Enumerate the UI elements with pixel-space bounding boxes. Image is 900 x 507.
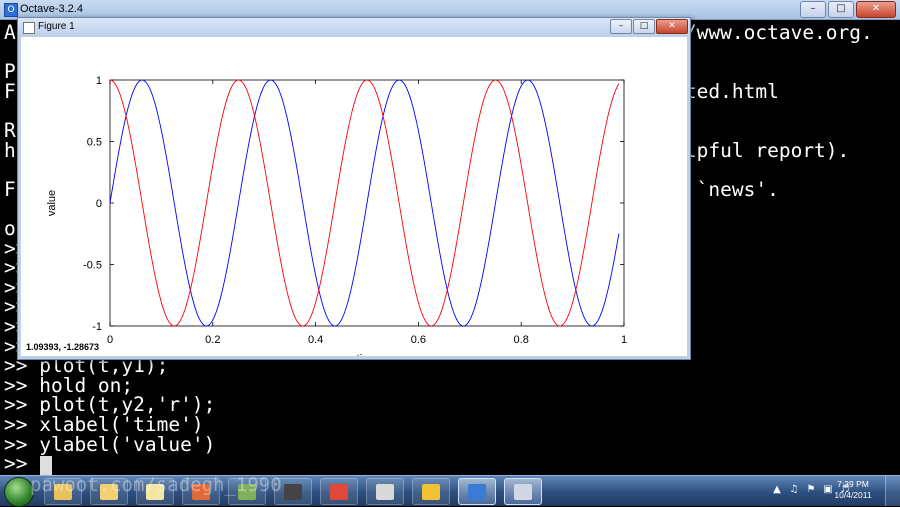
coordinate-readout: 1.09393, -1.28673 <box>26 342 100 352</box>
taskbar-file-manager-button[interactable] <box>90 478 128 505</box>
taskbar-windows-explorer-button[interactable] <box>44 478 82 505</box>
x-tick-label: 0.6 <box>411 334 426 346</box>
series-line-blue <box>109 79 620 327</box>
octave-app-icon: O <box>4 3 18 17</box>
taskbar-notepad-button[interactable] <box>136 478 174 505</box>
octave-icon <box>468 483 486 500</box>
console-window-buttons: – □ ✕ <box>800 1 896 18</box>
text-cursor <box>40 456 52 475</box>
settings-icon <box>376 483 394 500</box>
x-tick-label: 0 <box>107 334 113 346</box>
series-line-red <box>109 79 620 327</box>
windows-explorer-icon <box>54 483 72 500</box>
y-tick-label: 0 <box>96 198 102 210</box>
chrome-icon <box>330 483 348 500</box>
network-icon <box>238 483 256 500</box>
taskbar-chrome-button[interactable] <box>320 478 358 505</box>
figure-icon <box>514 483 532 500</box>
x-axis-label: time <box>357 353 378 356</box>
taskbar-powerpoint-button[interactable] <box>182 478 220 505</box>
flag-icon[interactable]: ⚑ <box>806 484 816 495</box>
powerpoint-icon <box>192 483 210 500</box>
notepad-icon <box>146 483 164 500</box>
tray-arrow-icon[interactable]: ▲ <box>772 484 782 495</box>
speaker-icon[interactable]: ♫ <box>789 484 799 495</box>
x-tick-label: 0.2 <box>205 334 220 346</box>
figure-minimize-button[interactable]: – <box>610 19 632 34</box>
taskbar-network-button[interactable] <box>228 478 266 505</box>
y-tick-label: 0.5 <box>87 137 102 149</box>
close-button[interactable]: ✕ <box>856 1 896 18</box>
x-tick-label: 0.8 <box>514 334 529 346</box>
taskbar-camera-button[interactable] <box>274 478 312 505</box>
figure-title: Figure 1 <box>38 21 75 32</box>
taskbar-settings-button[interactable] <box>366 478 404 505</box>
y-tick-label: -1 <box>92 321 102 333</box>
y-axis-label: value <box>46 190 58 216</box>
console-title: Octave-3.2.4 <box>20 3 83 15</box>
y-tick-label: -0.5 <box>83 260 102 272</box>
file-manager-icon <box>100 483 118 500</box>
figure-window[interactable]: Figure 1 – □ ✕ 0 0.2 0.4 0.6 0.8 1 1 0.5 0 -0.5 -1… <box>17 17 691 360</box>
clock-date: 10/4/2011 <box>834 490 872 500</box>
console-line: >> xlabel('time') <box>4 413 204 436</box>
x-tick-label: 0.4 <box>308 334 323 346</box>
maximize-button[interactable]: □ <box>828 1 854 18</box>
x-tick-label: 1 <box>621 334 627 346</box>
taskbar-figure-button[interactable] <box>504 478 542 505</box>
figure-close-button[interactable]: ✕ <box>656 19 688 34</box>
python-icon <box>422 483 440 500</box>
taskbar: ▲ ♫ ⚑ ▣ ♬ 7:39 PM 10/4/2011 <box>0 475 900 507</box>
y-tick-label: 1 <box>96 75 102 87</box>
plot-svg[interactable]: 0 0.2 0.4 0.6 0.8 1 1 0.5 0 -0.5 -1 time value <box>21 37 687 356</box>
figure-canvas[interactable]: 0 0.2 0.4 0.6 0.8 1 1 0.5 0 -0.5 -1 time value 1.093… <box>21 37 687 356</box>
camera-icon <box>284 483 302 500</box>
taskbar-octave-button[interactable] <box>458 478 496 505</box>
figure-window-buttons: – □ ✕ <box>610 19 688 34</box>
show-desktop-button[interactable] <box>885 476 900 506</box>
taskbar-python-button[interactable] <box>412 478 450 505</box>
figure-icon <box>23 22 35 34</box>
console-line: >> <box>4 452 40 475</box>
figure-titlebar[interactable]: Figure 1 – □ ✕ <box>18 18 690 36</box>
figure-maximize-button[interactable]: □ <box>633 19 655 34</box>
clock[interactable]: 7:39 PM 10/4/2011 <box>828 479 878 501</box>
clock-time: 7:39 PM <box>837 479 869 489</box>
start-button[interactable] <box>4 477 34 507</box>
minimize-button[interactable]: – <box>800 1 826 18</box>
